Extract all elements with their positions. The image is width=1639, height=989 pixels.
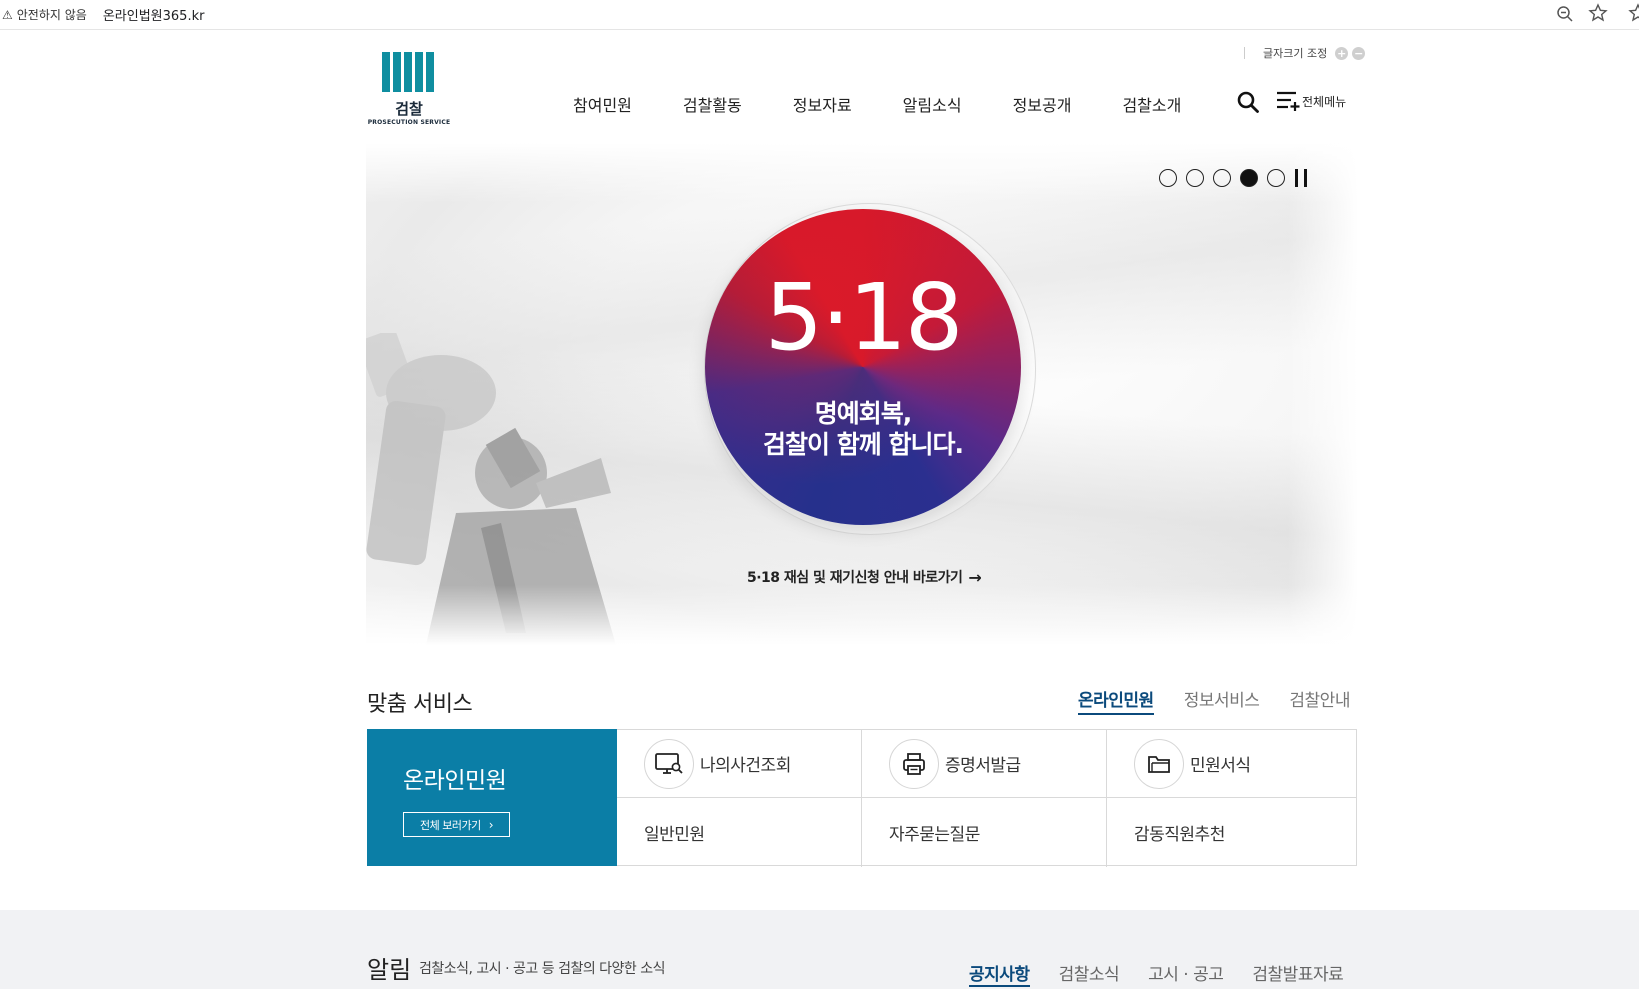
service-tabs: 온라인민원 정보서비스 검찰안내 xyxy=(1078,686,1350,715)
service-item-label: 일반민원 xyxy=(644,825,705,845)
view-all-label: 전체 보러가기 xyxy=(419,818,481,832)
service-item-faq[interactable]: 자주묻는질문 xyxy=(862,798,1107,867)
service-section-title: 맞춤 서비스 xyxy=(367,692,473,717)
tab-notices[interactable]: 공지사항 xyxy=(969,960,1030,987)
logo-subtitle: PROSECUTION SERVICE xyxy=(367,119,451,126)
logo-bars-icon xyxy=(382,52,436,92)
service-item-label: 나의사건조회 xyxy=(700,756,791,776)
nav-item-participation[interactable]: 참여민원 xyxy=(573,92,632,116)
notice-tabs: 공지사항 검찰소식 고시 · 공고 검찰발표자료 xyxy=(969,960,1344,987)
notice-section xyxy=(0,910,1639,989)
zoom-out-icon[interactable] xyxy=(1555,5,1575,25)
all-menu-label: 전체메뉴 xyxy=(1302,94,1347,109)
font-increase-button[interactable]: + xyxy=(1335,46,1349,60)
service-item-general-petition[interactable]: 일반민원 xyxy=(617,798,862,867)
search-icon[interactable] xyxy=(1236,90,1260,114)
bookmark-star-icon[interactable] xyxy=(1587,3,1609,25)
service-item-case-lookup[interactable]: 나의사건조회 xyxy=(617,730,862,798)
service-item-forms[interactable]: 민원서식 xyxy=(1107,730,1357,798)
extensions-star-icon[interactable] xyxy=(1628,3,1639,25)
all-menu-button[interactable]: 전체메뉴 xyxy=(1276,90,1346,112)
nav-item-activities[interactable]: 검찰활동 xyxy=(683,92,742,116)
notice-title: 알림 xyxy=(367,956,412,984)
nav-item-info-data[interactable]: 정보자료 xyxy=(793,92,852,116)
divider xyxy=(1244,47,1245,59)
monitor-search-icon xyxy=(644,738,694,789)
nav-item-news[interactable]: 알림소식 xyxy=(903,92,962,116)
tab-prosecution-news[interactable]: 검찰소식 xyxy=(1059,960,1120,987)
hero-message-line2: 검찰이 함께 합니다. xyxy=(763,430,964,459)
url-field[interactable]: 온라인법원365.kr xyxy=(103,5,205,24)
slider-pagination xyxy=(1159,169,1307,187)
font-decrease-button[interactable]: − xyxy=(1352,46,1366,60)
service-item-staff-recommend[interactable]: 감동직원추천 xyxy=(1107,798,1357,867)
hero-link-text: 5·18 재심 및 재기신청 안내 바로가기 xyxy=(747,570,963,586)
view-all-button[interactable]: 전체 보러가기 › xyxy=(403,812,510,837)
tab-announcements[interactable]: 고시 · 공고 xyxy=(1148,960,1224,987)
service-item-certificate[interactable]: 증명서발급 xyxy=(862,730,1107,798)
browser-address-bar: ⚠ 안전하지 않음 온라인법원365.kr xyxy=(0,0,1639,30)
font-size-control: 글자크기 조정 + − xyxy=(1244,45,1366,61)
slide-dot-3[interactable] xyxy=(1213,169,1231,187)
service-item-label: 증명서발급 xyxy=(945,756,1021,776)
hero-fade xyxy=(1288,143,1358,645)
hero-message-line1: 명예회복, xyxy=(814,399,913,428)
site-logo[interactable]: 검찰 PROSECUTION SERVICE xyxy=(366,52,452,128)
hero-message: 명예회복, 검찰이 함께 합니다. xyxy=(705,398,1021,460)
tab-press-releases[interactable]: 검찰발표자료 xyxy=(1252,960,1343,987)
panel-title: 온라인민원 xyxy=(403,768,507,794)
arrow-right-icon: → xyxy=(968,567,982,587)
insecure-label[interactable]: 안전하지 않음 xyxy=(17,6,87,23)
service-grid: 나의사건조회 증명서발급 민원서식 일반민원 자주묻는질문 감동직원추천 xyxy=(617,729,1357,867)
service-item-label: 민원서식 xyxy=(1190,756,1251,776)
nav-item-about[interactable]: 검찰소개 xyxy=(1122,92,1181,116)
font-size-label: 글자크기 조정 xyxy=(1263,47,1328,60)
tab-online-petition[interactable]: 온라인민원 xyxy=(1078,686,1154,715)
service-item-label: 감동직원추천 xyxy=(1134,825,1225,845)
folder-icon xyxy=(1134,738,1184,789)
menu-plus-icon xyxy=(1276,90,1300,112)
warning-icon: ⚠ xyxy=(2,7,13,22)
notice-description: 검찰소식, 고시 · 공고 등 검찰의 다양한 소식 xyxy=(419,961,666,977)
hero-link[interactable]: 5·18 재심 및 재기신청 안내 바로가기 → xyxy=(747,567,982,587)
slide-dot-2[interactable] xyxy=(1186,169,1204,187)
nav-item-disclosure[interactable]: 정보공개 xyxy=(1013,92,1072,116)
service-item-label: 자주묻는질문 xyxy=(889,825,980,845)
slide-dot-1[interactable] xyxy=(1159,169,1177,187)
service-feature-panel: 온라인민원 전체 보러가기 › xyxy=(367,729,617,866)
hero-headline: 5·18 xyxy=(764,264,964,371)
tab-prosecution-guide[interactable]: 검찰안내 xyxy=(1289,686,1350,715)
slide-dot-4[interactable] xyxy=(1240,169,1258,187)
main-nav: 참여민원 검찰활동 정보자료 알림소식 정보공개 검찰소개 xyxy=(573,92,1232,116)
chevron-right-icon: › xyxy=(488,817,494,832)
logo-name: 검찰 xyxy=(395,100,423,118)
printer-icon xyxy=(889,738,939,789)
pause-icon[interactable] xyxy=(1295,169,1307,187)
slide-dot-5[interactable] xyxy=(1267,169,1285,187)
tab-info-service[interactable]: 정보서비스 xyxy=(1184,686,1260,715)
hero-fade xyxy=(366,585,1358,645)
